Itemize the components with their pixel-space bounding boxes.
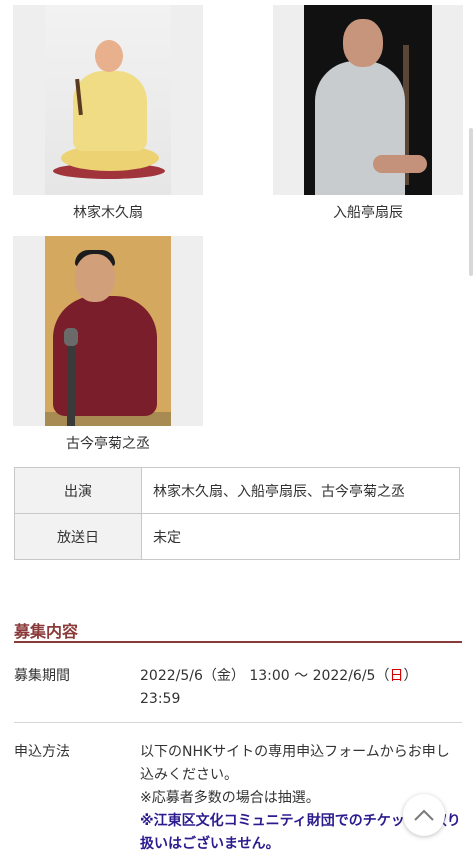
table-row: 放送日 未定 <box>14 513 460 560</box>
period-time: 23:59 <box>140 691 181 707</box>
row-divider <box>14 722 462 723</box>
row-label: 募集期間 <box>14 668 70 684</box>
performer-photo <box>273 5 463 195</box>
table-header-cell: 放送日 <box>14 513 142 560</box>
performer-name: 古今亭菊之丞 <box>66 436 150 452</box>
table-cell: 未定 <box>141 513 460 560</box>
performer-card: 入船亭扇辰 <box>273 5 463 222</box>
performer-card: 古今亭菊之丞 <box>13 236 203 453</box>
performer-card: 林家木久扇 <box>13 5 203 222</box>
method-text: 以下のNHKサイトの専用申込フォームからお申し込みください。 <box>140 744 450 783</box>
row-value: 2022/5/6（金） 13:00 ～ 2022/6/5（日） 23:59 <box>140 665 462 711</box>
row-label: 申込方法 <box>14 744 70 760</box>
performer-photo <box>13 5 203 195</box>
program-info-table: 出演 林家木久扇、入船亭扇辰、古今亭菊之丞 放送日 未定 <box>14 467 460 560</box>
performer-name: 林家木久扇 <box>73 205 143 221</box>
period-text: 2022/5/6（金） 13:00 ～ 2022/6/5（ <box>140 668 390 684</box>
period-text-end: ） <box>403 668 418 684</box>
table-header-cell: 出演 <box>14 467 142 514</box>
section-title: 募集内容 <box>14 622 79 641</box>
table-cell: 林家木久扇、入船亭扇辰、古今亭菊之丞 <box>141 467 460 514</box>
scrollbar[interactable] <box>469 128 473 276</box>
section-divider <box>14 641 462 643</box>
scroll-to-top-button[interactable] <box>403 794 445 836</box>
performer-name: 入船亭扇辰 <box>333 205 403 221</box>
sunday-marker: 日 <box>389 668 404 684</box>
table-row: 出演 林家木久扇、入船亭扇辰、古今亭菊之丞 <box>14 467 460 514</box>
chevron-up-icon <box>414 809 434 821</box>
performer-photo <box>13 236 203 426</box>
